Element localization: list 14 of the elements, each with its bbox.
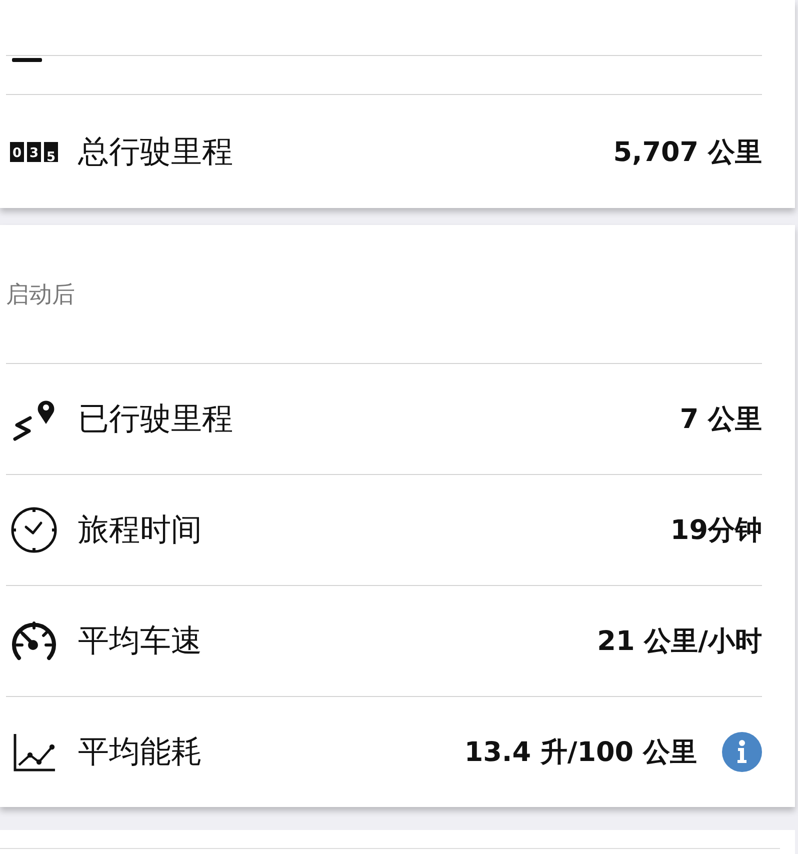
row-label: 总行驶里程: [78, 132, 233, 170]
row-label: 已行驶里程: [78, 400, 233, 438]
row-label: 平均能耗: [78, 733, 202, 771]
row-value: 7 公里: [680, 403, 762, 437]
row-label: 旅程时间: [78, 511, 202, 549]
partial-icon: [12, 58, 42, 62]
row-value: 13.4 升/100 公里: [464, 736, 697, 770]
row-value: 5,707 公里: [613, 136, 762, 170]
row-value: 21 公里/小时: [597, 625, 762, 659]
row-label: 平均车速: [78, 622, 202, 660]
info-icon[interactable]: [722, 732, 762, 772]
row-value: 19分钟: [670, 514, 762, 548]
section-title: 启动后: [6, 280, 75, 308]
clock-icon: [10, 506, 58, 554]
